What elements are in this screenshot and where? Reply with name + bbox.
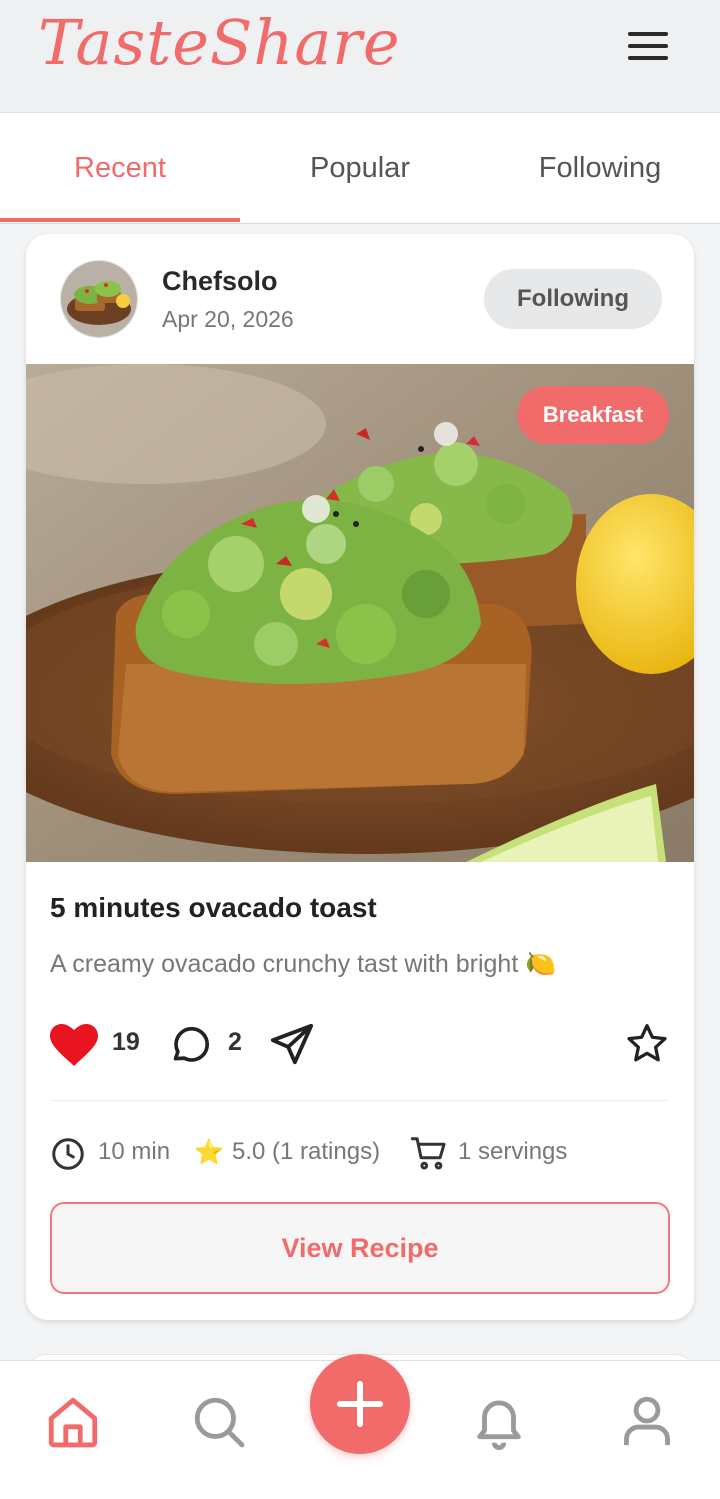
user-icon[interactable] [618,1391,676,1456]
recipe-meta: 10 min ⭐ 5.0 (1 ratings) 1 servings [50,1134,670,1174]
follow-button[interactable]: Following [484,269,662,329]
share-icon[interactable] [268,1022,316,1073]
comment-icon[interactable] [170,1022,214,1071]
add-recipe-button[interactable] [310,1354,410,1454]
recipe-post-card: Chefsolo Apr 20, 2026 Following Breakfas… [26,234,694,1320]
recipe-description: A creamy ovacado crunchy tast with brigh… [50,950,557,978]
tab-following[interactable]: Following [480,113,720,223]
home-icon[interactable] [44,1393,102,1456]
star-rating-icon: ⭐ [194,1139,224,1166]
hamburger-menu-icon[interactable] [626,30,670,62]
post-actions: 19 2 [50,1022,670,1068]
cook-time: 10 min [98,1138,171,1165]
card-divider [50,1100,668,1101]
bookmark-star-icon[interactable] [624,1022,670,1071]
bell-icon[interactable] [470,1391,528,1456]
feed-tabs: Recent Popular Following [0,113,720,224]
search-icon[interactable] [190,1393,248,1456]
author-avatar[interactable] [60,260,138,338]
cart-icon [410,1134,448,1179]
view-recipe-button[interactable]: View Recipe [50,1202,670,1294]
author-name[interactable]: Chefsolo [162,266,278,297]
rating-text: 5.0 (1 ratings) [232,1138,381,1165]
app-logo: TasteShare [38,6,401,79]
app-header: TasteShare [0,0,720,113]
tab-popular[interactable]: Popular [240,113,480,223]
category-badge: Breakfast [517,386,669,444]
tab-recent[interactable]: Recent [0,113,240,223]
plus-icon [337,1381,383,1427]
heart-icon[interactable] [50,1024,98,1071]
comment-count: 2 [228,1028,242,1056]
clock-icon [50,1136,86,1179]
post-date: Apr 20, 2026 [162,306,294,332]
recipe-title[interactable]: 5 minutes ovacado toast [50,892,377,924]
servings-text: 1 servings [458,1138,568,1165]
active-tab-indicator [0,218,240,222]
like-count: 19 [112,1028,140,1056]
